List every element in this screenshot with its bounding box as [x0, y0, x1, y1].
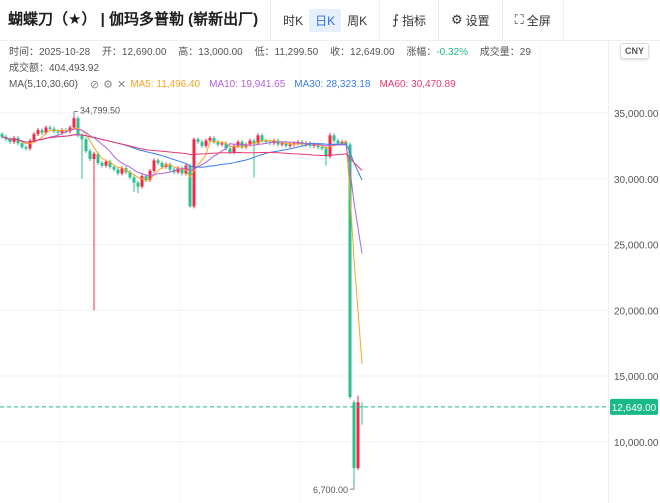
gear-icon: ⚙ — [450, 12, 463, 27]
candle-body — [332, 135, 336, 141]
indicator-icon: ⨍ — [392, 12, 399, 27]
indicator-button[interactable]: ⨍ 指标 — [386, 9, 432, 32]
candle-body — [228, 148, 232, 153]
candle-body — [80, 135, 84, 140]
candle-body — [100, 162, 104, 166]
candle-body — [280, 143, 284, 145]
candle-body — [336, 140, 340, 144]
candle-body — [76, 118, 80, 136]
ma5-value: MA5: 11,496.40 — [130, 79, 201, 90]
info-volume: 成交量：29 — [479, 47, 531, 58]
candle-body — [136, 182, 140, 187]
y-tick-label: 25,000.00 — [614, 241, 659, 252]
info-turnover: 成交额：404,493.92 — [9, 63, 100, 74]
max-price-label: 34,799.50 — [80, 106, 120, 116]
candle-body — [188, 165, 192, 207]
fullscreen-icon: ⛶ — [514, 12, 524, 27]
info-change-label: 涨幅： — [406, 47, 437, 58]
ma-label: MA(5,10,30,60) — [9, 79, 78, 90]
candle-body — [208, 137, 212, 141]
item-title: 蝴蝶刀（★） | 伽玛多普勒 (崭新出厂) — [0, 0, 272, 40]
close-icon[interactable]: ✕ — [117, 77, 126, 93]
candle-body — [156, 160, 160, 163]
candle-body — [32, 134, 36, 141]
y-tick-label: 30,000.00 — [614, 175, 659, 186]
candle-body — [288, 144, 292, 146]
candle-body — [220, 143, 224, 145]
max-marker — [73, 111, 78, 116]
y-tick-label: 20,000.00 — [614, 306, 659, 317]
settings-label: 设置 — [465, 13, 490, 28]
info-high: 高：13,000.00 — [178, 47, 243, 58]
candle-body — [160, 162, 164, 167]
info-time: 时间：2025-10-28 — [9, 47, 91, 58]
last-price-label: 12,649.00 — [612, 403, 657, 414]
ma60-line — [1, 134, 363, 171]
min-price-label: 6,700.00 — [313, 485, 348, 495]
candle-body — [112, 166, 116, 170]
tab-day-k[interactable]: 日K — [309, 8, 342, 32]
ma30-value: MA30: 28,323.18 — [294, 79, 371, 90]
candle-body — [88, 151, 92, 160]
ma-settings-icon[interactable]: ⚙ — [103, 77, 113, 93]
axis-divider — [608, 40, 609, 503]
candle-body — [92, 153, 96, 160]
candle-body — [116, 169, 120, 174]
info-change: 涨幅：-0.32% — [406, 47, 468, 58]
y-tick-label: 15,000.00 — [614, 372, 659, 383]
settings-button[interactable]: ⚙ 设置 — [445, 9, 496, 32]
tab-hour-k[interactable]: 时K — [277, 9, 309, 32]
candle-body — [152, 160, 156, 171]
candle-body — [196, 139, 200, 142]
candle-body — [36, 130, 40, 135]
candle-body — [260, 135, 264, 141]
candle-body — [204, 140, 208, 146]
min-marker — [350, 485, 355, 490]
candle-body — [56, 131, 60, 133]
candle-body — [356, 402, 360, 469]
ma60-value: MA60: 30,470.89 — [379, 79, 456, 90]
candle-body — [0, 134, 4, 137]
candle-body — [352, 402, 356, 469]
candle-body — [72, 118, 76, 128]
ohlc-info: 时间：2025-10-28 开：12,690.00 高：13,000.00 低：… — [9, 45, 540, 93]
indicator-label: 指标 — [401, 13, 426, 28]
ma5-line — [1, 127, 363, 364]
candle-body — [48, 127, 52, 129]
ma10-value: MA10: 19,941.65 — [209, 79, 286, 90]
y-tick-label: 35,000.00 — [614, 109, 659, 120]
info-open: 开：12,690.00 — [101, 47, 167, 58]
candle-body — [24, 147, 28, 149]
ma10-line — [1, 128, 363, 254]
candle-body — [20, 143, 24, 148]
info-change-value: -0.32% — [436, 47, 468, 58]
candle-body — [144, 176, 148, 181]
candle-body — [104, 161, 108, 166]
candle-body — [84, 139, 88, 152]
toolbar: 蝴蝶刀（★） | 伽玛多普勒 (崭新出厂) 时K 日K 周K ⨍ 指标 ⚙ 设置… — [0, 0, 660, 41]
hide-icon[interactable]: ⊘ — [90, 77, 99, 93]
candle-body — [320, 147, 324, 149]
candle-body — [200, 141, 204, 146]
candle-body — [132, 177, 136, 183]
tab-week-k[interactable]: 周K — [341, 9, 373, 32]
candle-body — [40, 130, 44, 133]
y-tick-label: 10,000.00 — [614, 438, 659, 449]
candle-body — [140, 176, 144, 187]
currency-button[interactable]: CNY — [620, 43, 650, 59]
info-close: 收：12,649.00 — [330, 47, 395, 58]
period-tabs: 时K 日K 周K — [271, 0, 381, 40]
fullscreen-button[interactable]: ⛶ 全屏 — [509, 9, 557, 32]
fullscreen-label: 全屏 — [526, 13, 551, 28]
info-low: 低：11,299.50 — [254, 47, 319, 58]
